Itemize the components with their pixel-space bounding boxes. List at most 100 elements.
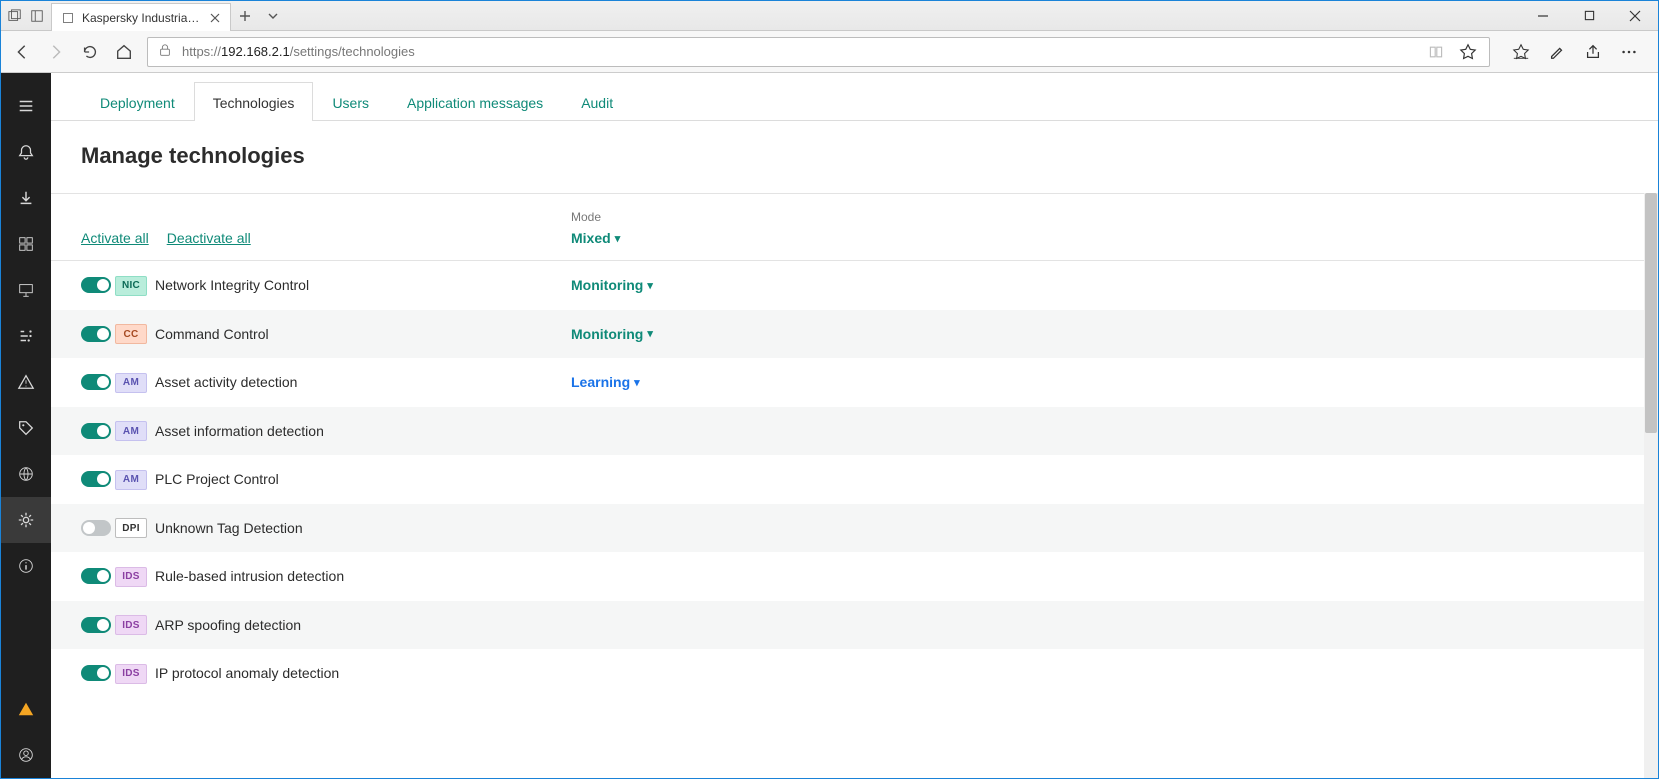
- technology-mode-value: Monitoring: [571, 326, 643, 342]
- refresh-button[interactable]: [79, 41, 101, 63]
- mode-filter-value: Mixed: [571, 230, 611, 246]
- technology-toggle[interactable]: [81, 568, 111, 584]
- technology-badge: AM: [115, 470, 147, 490]
- technology-mode-value: Monitoring: [571, 277, 643, 293]
- technology-toggle[interactable]: [81, 277, 111, 293]
- browser-tab[interactable]: Kaspersky Industrial Cyb: [51, 3, 231, 31]
- scrollbar-thumb[interactable]: [1645, 193, 1657, 433]
- sidebar-menu[interactable]: [1, 83, 51, 129]
- technology-badge: NIC: [115, 276, 147, 296]
- sidebar-hosts[interactable]: [1, 267, 51, 313]
- settings-tabs: Deployment Technologies Users Applicatio…: [51, 73, 1658, 121]
- technology-toggle[interactable]: [81, 617, 111, 633]
- new-tab-button[interactable]: [231, 1, 259, 30]
- sidebar-hierarchy[interactable]: [1, 313, 51, 359]
- technology-row: IDS IP protocol anomaly detection: [51, 649, 1658, 698]
- more-menu-icon[interactable]: [1618, 41, 1640, 63]
- technology-name: Unknown Tag Detection: [155, 520, 571, 536]
- chevron-down-icon: ▾: [647, 279, 653, 292]
- sidebar-tags[interactable]: [1, 405, 51, 451]
- vertical-scrollbar[interactable]: [1644, 193, 1658, 778]
- technology-toggle[interactable]: [81, 374, 111, 390]
- technology-name: Network Integrity Control: [155, 277, 571, 293]
- sidebar-warning[interactable]: [1, 686, 51, 732]
- minimize-button[interactable]: [1520, 1, 1566, 30]
- page-title: Manage technologies: [51, 121, 1658, 193]
- sidebar-network[interactable]: [1, 451, 51, 497]
- sidebar-notifications[interactable]: [1, 129, 51, 175]
- sidebar-downloads[interactable]: [1, 175, 51, 221]
- back-button[interactable]: [11, 41, 33, 63]
- close-window-button[interactable]: [1612, 1, 1658, 30]
- technology-name: ARP spoofing detection: [155, 617, 571, 633]
- tab-deployment[interactable]: Deployment: [81, 82, 194, 121]
- notes-icon[interactable]: [1546, 41, 1568, 63]
- technology-badge: AM: [115, 421, 147, 441]
- technology-name: PLC Project Control: [155, 471, 571, 487]
- activate-all-link[interactable]: Activate all: [81, 230, 149, 246]
- technology-row: AMAsset information detection: [51, 407, 1658, 456]
- favorites-hub-icon[interactable]: [1510, 41, 1532, 63]
- sidebar-alerts[interactable]: [1, 359, 51, 405]
- url-path: /settings/technologies: [290, 44, 415, 59]
- technology-toggle[interactable]: [81, 520, 111, 536]
- maximize-button[interactable]: [1566, 1, 1612, 30]
- technology-name: IP protocol anomaly detection: [155, 665, 571, 681]
- technology-badge: IDS: [115, 664, 147, 684]
- browser-titlebar: Kaspersky Industrial Cyb: [1, 1, 1658, 31]
- technology-badge: IDS: [115, 615, 147, 635]
- chevron-down-icon: ▾: [634, 376, 640, 389]
- technology-row: NIC Network Integrity ControlMonitoring ▾: [51, 261, 1658, 310]
- share-icon[interactable]: [1582, 41, 1604, 63]
- sidebar-settings[interactable]: [1, 497, 51, 543]
- technology-mode-dropdown[interactable]: Monitoring ▾: [571, 277, 851, 293]
- tab-audit[interactable]: Audit: [562, 82, 632, 121]
- mode-column-label: Mode: [571, 210, 851, 224]
- favorite-star-icon[interactable]: [1457, 41, 1479, 63]
- page-icon: [60, 10, 76, 26]
- tab-actions-icon-1[interactable]: [7, 8, 23, 24]
- technology-badge: AM: [115, 373, 147, 393]
- technology-row: CC Command ControlMonitoring ▾: [51, 310, 1658, 359]
- tab-technologies[interactable]: Technologies: [194, 82, 314, 121]
- technology-list: NICNetwork Integrity ControlMonitoring▾C…: [51, 261, 1658, 698]
- technology-mode-dropdown[interactable]: Learning ▾: [571, 374, 851, 390]
- technology-badge: CC: [115, 324, 147, 344]
- tab-application-messages[interactable]: Application messages: [388, 82, 562, 121]
- technology-badge: IDS: [115, 567, 147, 587]
- forward-button[interactable]: [45, 41, 67, 63]
- technology-row: IDS ARP spoofing detection: [51, 601, 1658, 650]
- technology-name: Asset activity detection: [155, 374, 571, 390]
- home-button[interactable]: [113, 41, 135, 63]
- technology-row: AM Asset activity detectionLearning ▾: [51, 358, 1658, 407]
- technology-name: Rule-based intrusion detection: [155, 568, 571, 584]
- technology-toggle[interactable]: [81, 665, 111, 681]
- sidebar-dashboards[interactable]: [1, 221, 51, 267]
- reading-view-icon[interactable]: [1425, 41, 1447, 63]
- technology-toggle[interactable]: [81, 471, 111, 487]
- tab-users[interactable]: Users: [313, 82, 388, 121]
- technology-mode-dropdown[interactable]: Monitoring ▾: [571, 326, 851, 342]
- sidebar: [1, 73, 51, 778]
- technology-row: AM PLC Project Control: [51, 455, 1658, 504]
- close-tab-icon[interactable]: [208, 11, 222, 25]
- technology-toggle[interactable]: [81, 326, 111, 342]
- technology-name: Command Control: [155, 326, 571, 342]
- tab-actions-icon-2[interactable]: [29, 8, 45, 24]
- deactivate-all-link[interactable]: Deactivate all: [167, 230, 251, 246]
- sidebar-account[interactable]: [1, 732, 51, 778]
- tab-dropdown-icon[interactable]: [259, 1, 287, 30]
- mode-filter-dropdown[interactable]: Mixed ▾: [571, 230, 851, 246]
- technology-badge: DPI: [115, 518, 147, 538]
- url-text: https://192.168.2.1/settings/technologie…: [182, 44, 415, 59]
- technology-row: DPI Unknown Tag Detection: [51, 504, 1658, 553]
- url-scheme: https://: [182, 44, 221, 59]
- technology-toggle[interactable]: [81, 423, 111, 439]
- technology-mode-value: Learning: [571, 374, 630, 390]
- chevron-down-icon: ▾: [615, 232, 621, 245]
- url-bar[interactable]: https://192.168.2.1/settings/technologie…: [147, 37, 1490, 67]
- chevron-down-icon: ▾: [647, 327, 653, 340]
- sidebar-info[interactable]: [1, 543, 51, 589]
- browser-tab-title: Kaspersky Industrial Cyb: [82, 11, 202, 25]
- lock-icon: [158, 43, 172, 60]
